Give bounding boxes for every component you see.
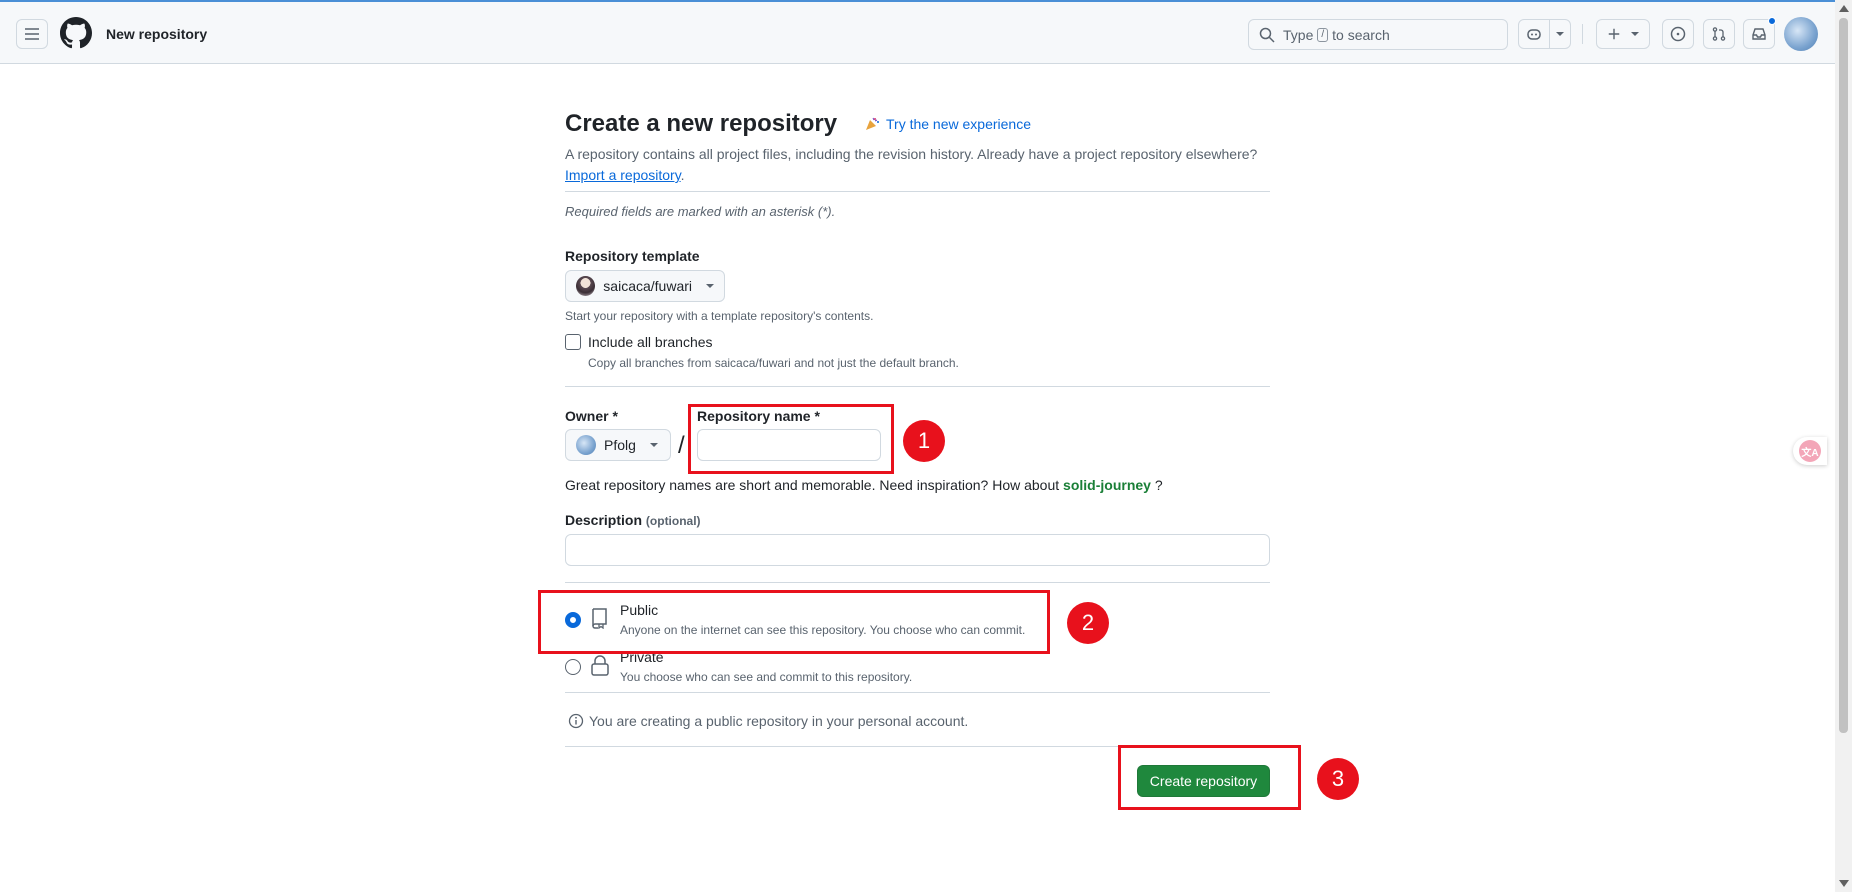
repo-name-hint-text: Great repository names are short and mem… [565,477,1060,493]
divider [565,386,1270,387]
divider [565,582,1270,583]
pull-requests-icon [1712,27,1726,41]
visibility-info: You are creating a public repository in … [568,713,968,729]
search-icon [1259,27,1275,43]
chevron-down-icon [649,443,658,447]
repo-name-hint: Great repository names are short and mem… [565,477,1163,493]
repo-name-hint-suffix: ? [1154,477,1163,493]
header-divider [1582,24,1583,44]
divider [565,692,1270,693]
template-select-value: saicaca/fuwari [603,278,692,294]
intro-period: . [680,167,685,183]
owner-avatar [576,435,596,455]
user-avatar[interactable] [1784,17,1818,51]
copilot-button[interactable] [1518,19,1550,49]
scroll-up-arrow-icon[interactable] [1839,5,1849,12]
include-branches-label[interactable]: Include all branches [588,334,713,350]
search-shortcut-key: / [1317,27,1329,42]
chevron-down-icon [1631,32,1639,36]
notification-dot [1768,17,1776,25]
page-scrollbar[interactable] [1835,0,1852,892]
annotation-marker-1: 1 [903,420,945,462]
owner-select-value: Pfolg [604,437,636,453]
annotation-box-repo-name [688,404,894,474]
search-prefix: Type [1283,26,1314,43]
inbox-icon [1752,28,1766,40]
template-label: Repository template [565,248,700,264]
import-repository-link[interactable]: Import a repository [565,167,681,183]
issues-button[interactable] [1662,19,1694,49]
page-intro: A repository contains all project files,… [565,144,1270,186]
context-title[interactable]: New repository [106,26,207,42]
search-suffix: to search [1332,26,1390,43]
top-header: New repository Type / to search [0,0,1835,64]
pull-requests-button[interactable] [1703,19,1735,49]
template-hint: Start your repository with a template re… [565,309,874,323]
try-new-experience-link[interactable]: Try the new experience [864,116,1031,132]
try-new-label: Try the new experience [886,116,1031,132]
divider [565,191,1270,192]
visibility-info-text: You are creating a public repository in … [589,713,969,729]
plus-icon [1608,28,1620,40]
description-optional: (optional) [645,514,701,528]
include-branches-hint: Copy all branches from saicaca/fuwari an… [588,356,959,370]
owner-repo-separator: / [678,432,685,459]
owner-select[interactable]: Pfolg [565,429,671,461]
translate-extension-button[interactable]: 文A [1793,437,1827,465]
info-icon [568,713,584,729]
template-owner-avatar [576,276,596,296]
include-branches-checkbox[interactable] [565,334,581,350]
annotation-box-create-button [1118,745,1301,810]
template-select[interactable]: saicaca/fuwari [565,270,725,302]
annotation-marker-2: 2 [1067,602,1109,644]
menu-icon [25,28,39,40]
intro-text: A repository contains all project files,… [565,146,1258,162]
party-popper-icon [866,117,879,130]
copilot-icon [1527,29,1541,40]
chevron-down-icon [1556,32,1564,36]
search-input[interactable]: Type / to search [1248,19,1508,50]
lock-icon [591,655,609,676]
annotation-marker-3: 3 [1317,758,1359,800]
visibility-private-desc: You choose who can see and commit to thi… [620,670,913,684]
description-input[interactable] [565,534,1270,566]
page-title: Create a new repository [565,110,838,137]
annotation-box-visibility [538,590,1050,654]
issues-icon [1670,26,1686,42]
owner-label: Owner * [565,408,618,424]
copilot-dropdown-button[interactable] [1549,19,1571,49]
create-new-button[interactable] [1596,19,1650,49]
required-note: Required fields are marked with an aster… [565,204,836,219]
visibility-private-radio[interactable] [565,659,581,675]
translate-icon: 文A [1799,440,1821,462]
github-logo-icon[interactable] [60,17,92,49]
scroll-down-arrow-icon[interactable] [1839,880,1849,887]
description-label-text: Description [565,512,643,528]
scroll-thumb[interactable] [1839,18,1848,733]
menu-button[interactable] [16,19,48,49]
description-label: Description (optional) [565,512,701,528]
chevron-down-icon [706,284,714,288]
repo-name-suggestion[interactable]: solid-journey [1063,477,1151,493]
